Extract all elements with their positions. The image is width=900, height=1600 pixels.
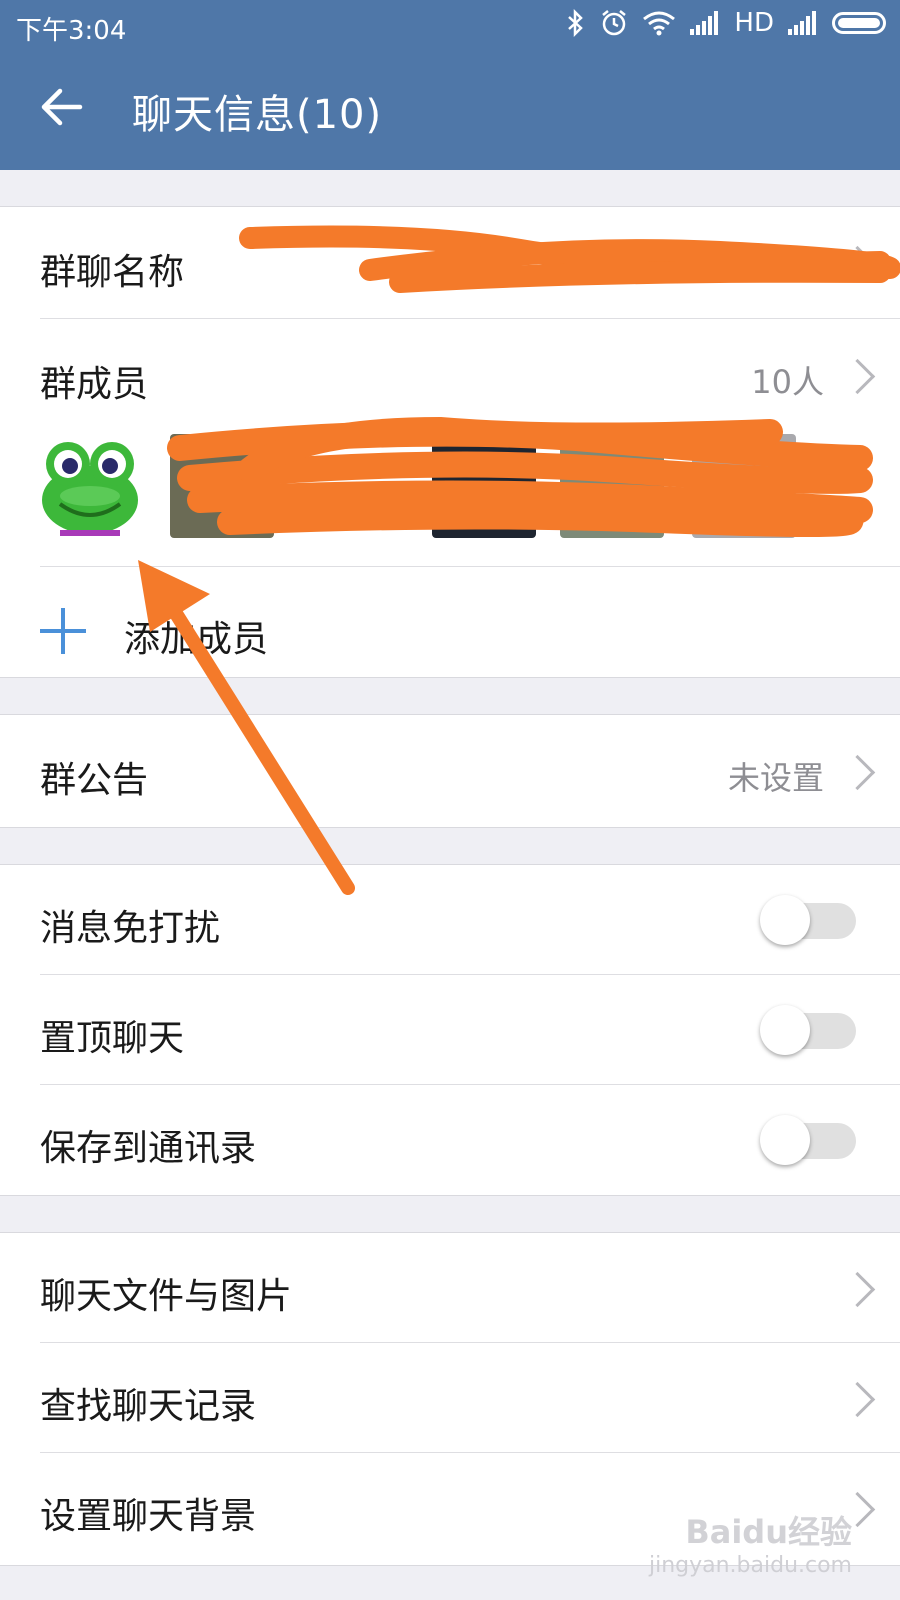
mute-label: 消息免打扰 xyxy=(40,908,221,949)
member-avatar[interactable] xyxy=(692,434,796,538)
announcement-value: 未设置 xyxy=(727,759,824,797)
announcement-label: 群公告 xyxy=(40,760,149,801)
status-bar: 下午3:04 HD xyxy=(0,0,900,50)
network-type: HD xyxy=(734,8,774,38)
members-count: 10人 xyxy=(751,363,824,401)
save-contacts-label: 保存到通讯录 xyxy=(40,1128,257,1169)
link-row-search[interactable]: 查找聊天记录 xyxy=(0,1343,900,1453)
chevron-right-icon xyxy=(839,245,876,282)
alarm-icon xyxy=(602,10,627,36)
toggle-section: 消息免打扰 置顶聊天 保存到通讯录 xyxy=(0,864,900,1196)
member-avatar[interactable] xyxy=(432,434,536,538)
toggle-row-save-contacts: 保存到通讯录 xyxy=(0,1085,900,1195)
toggle-knob xyxy=(760,1005,810,1055)
signal-icon xyxy=(690,11,719,35)
member-avatar[interactable] xyxy=(560,434,664,538)
members-label: 群成员 xyxy=(40,364,149,405)
watermark: Baidu经验 jingyan.baidu.com xyxy=(649,1507,852,1578)
frog-avatar-icon xyxy=(42,442,138,536)
status-icons: HD xyxy=(566,8,886,38)
wifi-icon xyxy=(643,11,676,36)
mute-toggle[interactable] xyxy=(760,895,856,945)
toggle-row-mute: 消息免打扰 xyxy=(0,865,900,975)
save-contacts-toggle[interactable] xyxy=(760,1115,856,1165)
watermark-brand: Baidu经验 xyxy=(685,1513,852,1551)
add-member-label[interactable]: 添加成员 xyxy=(124,610,268,662)
back-arrow-icon[interactable] xyxy=(36,82,86,132)
header-bar: 聊天信息(10) xyxy=(0,50,900,170)
signal-icon-2 xyxy=(788,11,816,35)
page-title: 聊天信息(10) xyxy=(132,92,383,138)
members-row[interactable]: 群成员 10人 xyxy=(0,319,900,431)
link-row-files[interactable]: 聊天文件与图片 xyxy=(0,1233,900,1343)
plus-icon[interactable] xyxy=(40,608,86,654)
search-history-label: 查找聊天记录 xyxy=(40,1386,257,1427)
toggle-knob xyxy=(760,1115,810,1165)
announcement-section: 群公告 未设置 xyxy=(0,714,900,828)
watermark-url: jingyan.baidu.com xyxy=(648,1553,852,1578)
member-avatar-frog[interactable] xyxy=(38,434,142,538)
pin-label: 置顶聊天 xyxy=(40,1018,185,1059)
chevron-right-icon xyxy=(839,1271,876,1308)
divider xyxy=(40,566,900,567)
group-name-label: 群聊名称 xyxy=(40,252,185,293)
group-name-row[interactable]: 群聊名称 xyxy=(0,207,900,319)
battery-icon xyxy=(832,12,886,34)
toggle-row-pin: 置顶聊天 xyxy=(0,975,900,1085)
toggle-knob xyxy=(760,895,810,945)
background-label: 设置聊天背景 xyxy=(40,1496,257,1537)
status-time: 下午3:04 xyxy=(16,16,127,46)
chevron-right-icon xyxy=(839,754,876,791)
announcement-row[interactable]: 群公告 未设置 xyxy=(0,715,900,827)
files-label: 聊天文件与图片 xyxy=(40,1276,293,1317)
member-avatar[interactable] xyxy=(170,434,274,538)
pin-toggle[interactable] xyxy=(760,1005,856,1055)
chevron-right-icon xyxy=(839,358,876,395)
chevron-right-icon xyxy=(839,1381,876,1418)
bluetooth-icon xyxy=(568,9,584,37)
